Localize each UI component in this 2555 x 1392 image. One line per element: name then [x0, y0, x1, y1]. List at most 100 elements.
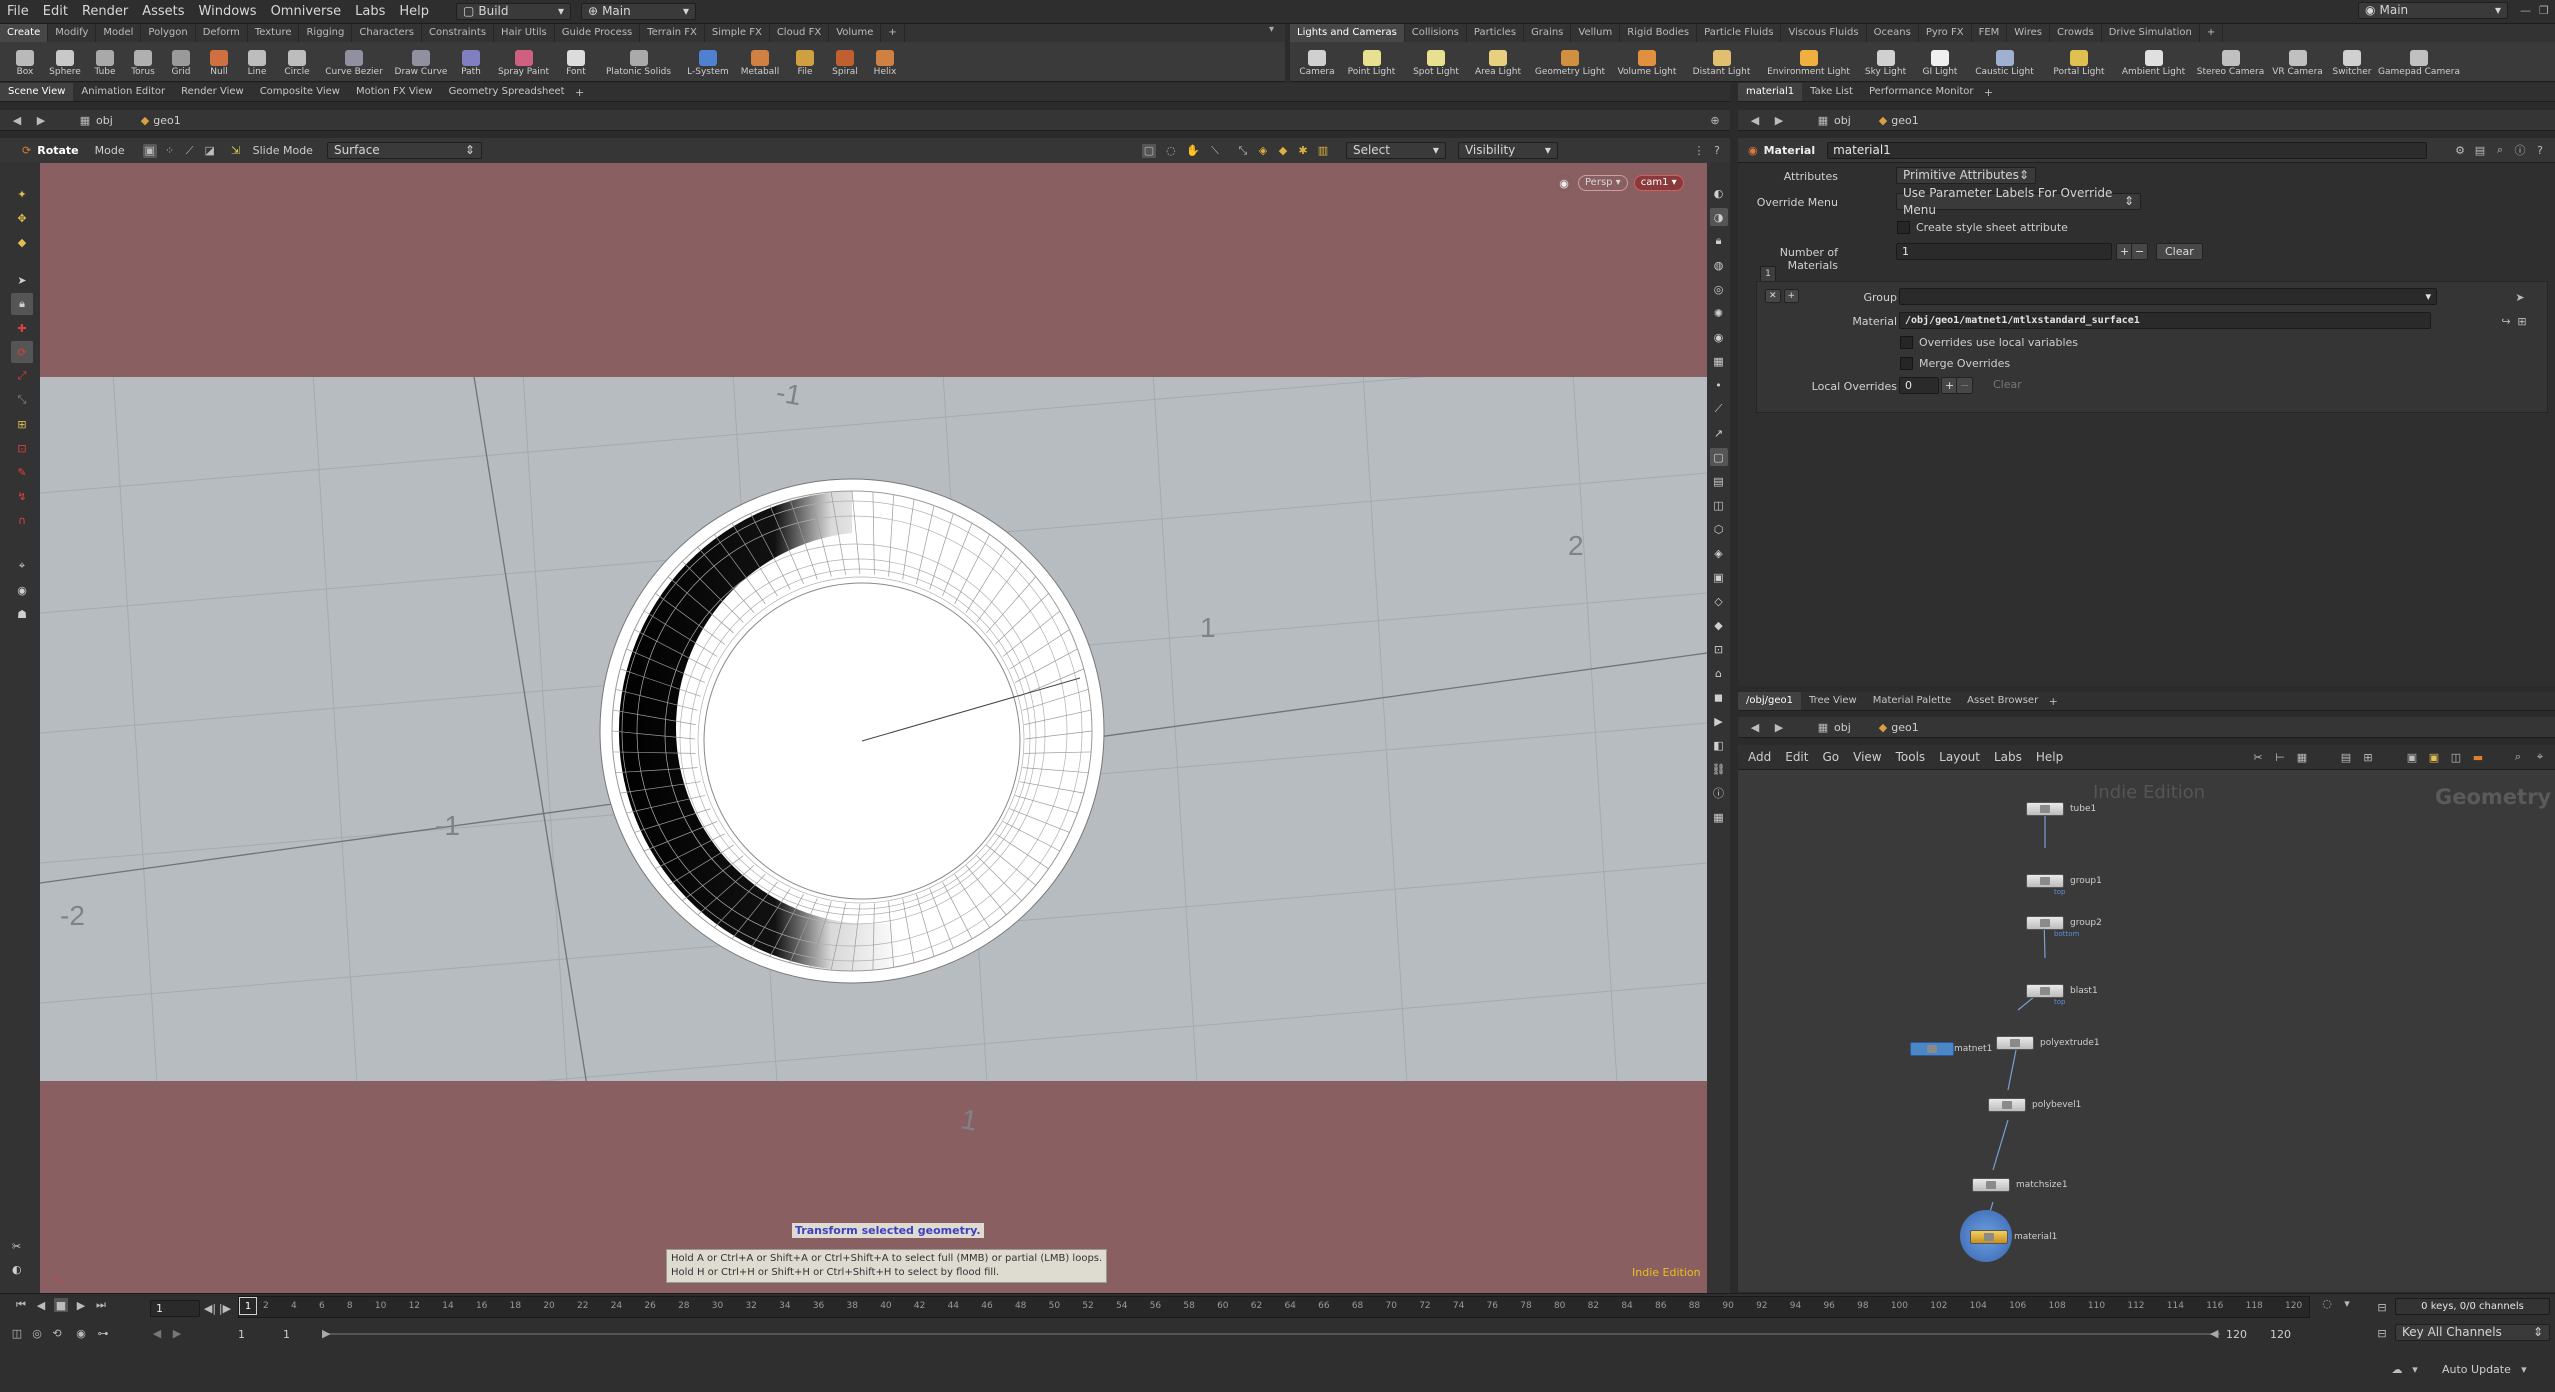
book-icon[interactable]: ▤ [2473, 143, 2487, 157]
select-groups-icon[interactable]: ◈ [1256, 144, 1270, 158]
speaker-icon[interactable]: ◌ [2320, 1296, 2334, 1310]
tab-wires[interactable]: Wires [2007, 24, 2050, 42]
tool-helix[interactable]: Helix [868, 47, 902, 77]
tool-circle[interactable]: Circle [278, 47, 316, 77]
tool-switcher[interactable]: Switcher [2328, 47, 2376, 77]
back-arrow-icon[interactable]: ◀ [1748, 720, 1762, 734]
help-icon[interactable]: ? [2533, 143, 2547, 157]
menu-windows[interactable]: Windows [192, 0, 264, 23]
remove-material-button[interactable]: − [2131, 243, 2149, 260]
wrench-icon[interactable]: ✂ [2251, 750, 2265, 764]
add-tab-icon[interactable]: + [2046, 694, 2060, 708]
snapshot-icon[interactable]: ◎ [1710, 280, 1728, 298]
tab-characters[interactable]: Characters [352, 24, 422, 42]
net-menu-tools[interactable]: Tools [1896, 750, 1926, 764]
loop-icon[interactable]: ⟲ [50, 1326, 64, 1340]
tab-motion-fx-view[interactable]: Motion FX View [348, 83, 441, 101]
tool-spiral[interactable]: Spiral [826, 47, 864, 77]
select-edit-icon[interactable]: ▥ [1316, 144, 1330, 158]
select-pattern-icon[interactable]: ✱ [1296, 144, 1310, 158]
tab-scene-view[interactable]: Scene View [0, 83, 74, 101]
path-geo[interactable]: geo1 [1891, 114, 1918, 127]
tab-obj-geo1[interactable]: /obj/geo1 [1738, 692, 1801, 710]
camera-icon[interactable]: ◉ [1710, 328, 1728, 346]
tool-camera[interactable]: Camera [1298, 47, 1336, 77]
tool-draw-curve[interactable]: Draw Curve [392, 47, 450, 77]
node-polyextrude1[interactable]: polyextrude1 [1996, 1036, 2100, 1050]
mode-edges-icon[interactable]: ⟋ [183, 144, 197, 158]
path-geo[interactable]: geo1 [153, 114, 180, 127]
points-icon[interactable]: • [1710, 376, 1728, 394]
template-icon[interactable]: ⬡ [1710, 520, 1728, 538]
merge-overrides-checkbox[interactable] [1900, 357, 1913, 370]
node-polybevel1[interactable]: polybevel1 [1988, 1098, 2081, 1112]
jump-to-icon[interactable]: ↪ [2499, 314, 2513, 328]
add-shelf-icon[interactable]: + [881, 24, 905, 42]
node-group1[interactable]: group1 top [2026, 874, 2102, 896]
node-matnet1[interactable]: matnet1 [1910, 1042, 1992, 1056]
tab-collisions[interactable]: Collisions [1405, 24, 1467, 42]
status-arrow-icon[interactable]: ▾ [2408, 1362, 2422, 1376]
gear-icon[interactable]: ⚙ [2453, 143, 2467, 157]
tab-viscous-fluids[interactable]: Viscous Fluids [1781, 24, 1867, 42]
grid-icon[interactable]: ▦ [2295, 750, 2309, 764]
keys-icon[interactable]: ⊟ [2375, 1300, 2389, 1314]
lock-tool-icon[interactable]: 🔒︎ [11, 293, 33, 315]
range-slider[interactable] [325, 1333, 2220, 1335]
tab-material-palette[interactable]: Material Palette [1865, 692, 1959, 710]
move-tool-icon[interactable]: ✚ [11, 317, 33, 339]
override-menu-select[interactable]: Use Parameter Labels For Override Menu ⇕ [1896, 186, 2141, 217]
tab-modify[interactable]: Modify [48, 24, 97, 42]
node-matchsize1[interactable]: matchsize1 [1972, 1178, 2068, 1192]
geo-view-icon[interactable]: ◧ [1710, 736, 1728, 754]
brush-select-icon[interactable]: ✋ [1186, 144, 1200, 158]
display-options-icon[interactable]: ◐ [1710, 184, 1728, 202]
tool-portal-light[interactable]: Portal Light [2045, 47, 2113, 77]
tool-path[interactable]: Path [454, 47, 488, 77]
quick-mark-icon[interactable]: ▬ [2471, 750, 2485, 764]
wireframe-icon[interactable]: ▦ [1710, 352, 1728, 370]
net-menu-help[interactable]: Help [2036, 750, 2063, 764]
minimize-icon[interactable]: — [2520, 4, 2531, 17]
tab-simple-fx[interactable]: Simple FX [705, 24, 770, 42]
clear-button[interactable]: Clear [2156, 243, 2203, 260]
tab-geometry-spreadsheet[interactable]: Geometry Spreadsheet [441, 83, 573, 101]
tab-hair-utils[interactable]: Hair Utils [494, 24, 555, 42]
attributes-select[interactable]: Primitive Attributes ⇕ [1896, 167, 2036, 184]
uv-icon[interactable]: ↗ [1710, 424, 1728, 442]
hide-icon[interactable]: ▣ [1710, 568, 1728, 586]
tab-terrain-fx[interactable]: Terrain FX [640, 24, 705, 42]
slide-mode-select[interactable]: Surface ⇕ [326, 142, 482, 159]
frame-selected-icon[interactable]: ⊡ [1710, 640, 1728, 658]
local-overrides-field[interactable]: 0 [1899, 377, 1939, 394]
transform-tool-icon[interactable]: ⊞ [11, 413, 33, 435]
rotate-tool-icon[interactable]: ⟳ [11, 341, 33, 363]
bounding-icon[interactable]: ▢ [1709, 448, 1728, 466]
tab-texture[interactable]: Texture [248, 24, 300, 42]
select-dropdown[interactable]: Select ▾ [1345, 142, 1446, 159]
lasso-select-icon[interactable]: ◌ [1164, 144, 1178, 158]
current-frame-field[interactable]: 1 [150, 1300, 200, 1317]
info-icon[interactable]: ⓘ [2513, 143, 2527, 157]
net-menu-labs[interactable]: Labs [1994, 750, 2022, 764]
layout-icon[interactable]: ⊞ [2361, 750, 2375, 764]
tab-asset-browser[interactable]: Asset Browser [1959, 692, 2046, 710]
tool-stereo-camera[interactable]: Stereo Camera [2194, 47, 2267, 77]
material-block-tab[interactable]: 1 [1760, 266, 1776, 282]
tool-geometry-light[interactable]: Geometry Light [1531, 47, 1609, 77]
path-geo[interactable]: geo1 [1891, 721, 1918, 734]
frame-all-icon[interactable]: ◆ [1710, 616, 1728, 634]
tab-rigging[interactable]: Rigging [299, 24, 353, 42]
auto-update-label[interactable]: Auto Update [2442, 1363, 2511, 1376]
menu-omniverse[interactable]: Omniverse [264, 0, 349, 23]
path-obj[interactable]: obj [1834, 114, 1851, 127]
tool-sphere[interactable]: Sphere [46, 47, 84, 77]
tab-guide-process[interactable]: Guide Process [555, 24, 641, 42]
update-mode-arrow-icon[interactable]: ▾ [2517, 1362, 2531, 1376]
menu-edit[interactable]: Edit [36, 0, 75, 23]
tab-tree-view[interactable]: Tree View [1801, 692, 1865, 710]
normals-icon[interactable]: ⟋ [1710, 400, 1728, 418]
update-mode-select[interactable]: ⊕ Main ▾ [581, 3, 697, 20]
shading-icon[interactable]: ◑ [1709, 208, 1728, 226]
back-arrow-icon[interactable]: ◀ [1748, 113, 1762, 127]
